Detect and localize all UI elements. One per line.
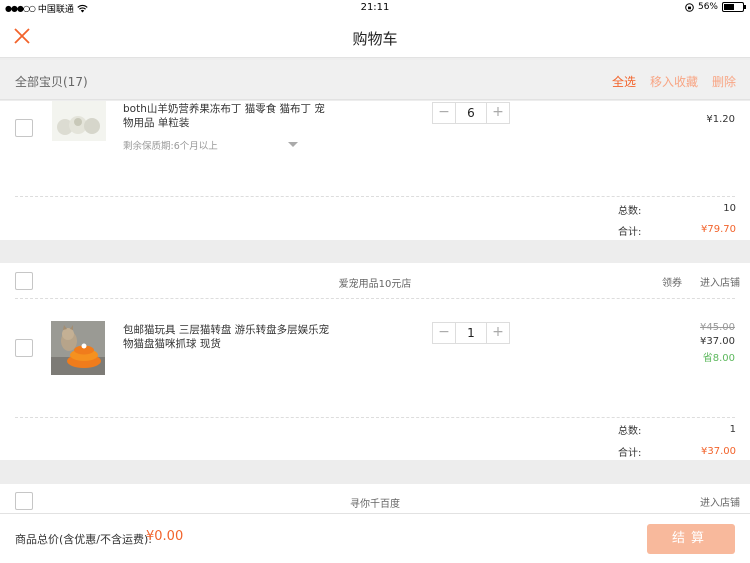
orientation-lock-icon bbox=[685, 2, 694, 12]
cart-count: 全部宝贝(17) bbox=[15, 75, 88, 89]
decrease-button[interactable]: − bbox=[433, 103, 455, 123]
item-checkbox[interactable] bbox=[15, 119, 33, 137]
enter-shop-button[interactable]: 进入店铺 bbox=[700, 494, 740, 509]
status-bar: ●●●○○ 中国联通 21:11 56% bbox=[0, 0, 750, 16]
checkout-button[interactable]: 结算 bbox=[647, 524, 735, 554]
subtotal-label: 合计: bbox=[618, 227, 642, 238]
total-count: 10 bbox=[723, 203, 736, 214]
coupon-button[interactable]: 领券 bbox=[662, 274, 682, 289]
subtotal-label: 合计: bbox=[618, 448, 642, 459]
total-count-label: 总数: bbox=[618, 426, 642, 437]
total-count-label: 总数: bbox=[618, 206, 642, 217]
divider bbox=[15, 298, 735, 299]
increase-button[interactable]: + bbox=[487, 103, 509, 123]
item-price: ¥37.00 bbox=[700, 336, 735, 347]
quantity-stepper: − 6 + bbox=[432, 102, 510, 124]
delete-button[interactable]: 删除 bbox=[712, 73, 736, 90]
product-name[interactable]: 包邮猫玩具 三层猫转盘 游乐转盘多层娱乐宠物猫盘猫咪抓球 现货 bbox=[123, 323, 333, 351]
checkout-bar: 商品总价(含优惠/不含运费): ¥0.00 结算 bbox=[0, 513, 750, 563]
shop-group: 爱宠用品10元店 领券 进入店铺 包邮猫玩具 三层猫转盘 游乐转盘多层娱乐宠物猫… bbox=[0, 263, 750, 460]
item-price: ¥1.20 bbox=[706, 114, 735, 125]
product-name[interactable]: both山羊奶营养果冻布丁 猫零食 猫布丁 宠物用品 单粒装 bbox=[123, 102, 333, 130]
original-price: ¥45.00 bbox=[700, 322, 735, 333]
toolbar-actions: 全选 移入收藏 删除 bbox=[612, 73, 736, 90]
total-count: 1 bbox=[729, 424, 736, 435]
subtotal: ¥79.70 bbox=[701, 224, 736, 235]
cart-item-group: both山羊奶营养果冻布丁 猫零食 猫布丁 宠物用品 单粒装 剩余保质期:6个月… bbox=[0, 101, 750, 240]
nav-bar: 购物车 bbox=[0, 16, 750, 58]
quantity-stepper: − 1 + bbox=[432, 322, 510, 344]
product-thumbnail[interactable] bbox=[52, 101, 106, 141]
status-right: 56% bbox=[685, 2, 746, 12]
battery-icon bbox=[722, 2, 746, 12]
select-all-button[interactable]: 全选 bbox=[612, 73, 636, 90]
status-time: 21:11 bbox=[360, 2, 390, 13]
chevron-down-icon[interactable] bbox=[288, 142, 298, 147]
enter-shop-button[interactable]: 进入店铺 bbox=[700, 274, 740, 289]
shop-name[interactable]: 寻你千百度 bbox=[0, 495, 750, 510]
quantity-value[interactable]: 6 bbox=[455, 103, 487, 123]
quantity-value[interactable]: 1 bbox=[455, 323, 487, 343]
battery-percent: 56% bbox=[697, 2, 718, 12]
move-to-favorites-button[interactable]: 移入收藏 bbox=[650, 73, 698, 90]
product-thumbnail[interactable] bbox=[51, 321, 105, 375]
total-price-label: 商品总价(含优惠/不含运费): bbox=[15, 533, 152, 546]
page-title: 购物车 bbox=[352, 30, 398, 48]
total-price: ¥0.00 bbox=[146, 529, 184, 544]
shelf-life: 剩余保质期:6个月以上 bbox=[123, 141, 218, 152]
cart-toolbar: 全部宝贝(17) 全选 移入收藏 删除 bbox=[0, 60, 750, 100]
increase-button[interactable]: + bbox=[487, 323, 509, 343]
shop-group: 寻你千百度 进入店铺 bbox=[0, 484, 750, 514]
savings-label: 省8.00 bbox=[702, 353, 735, 364]
divider bbox=[15, 196, 735, 197]
decrease-button[interactable]: − bbox=[433, 323, 455, 343]
shop-name[interactable]: 爱宠用品10元店 bbox=[0, 275, 750, 290]
subtotal: ¥37.00 bbox=[701, 446, 736, 457]
item-checkbox[interactable] bbox=[15, 339, 33, 357]
divider bbox=[15, 417, 735, 418]
